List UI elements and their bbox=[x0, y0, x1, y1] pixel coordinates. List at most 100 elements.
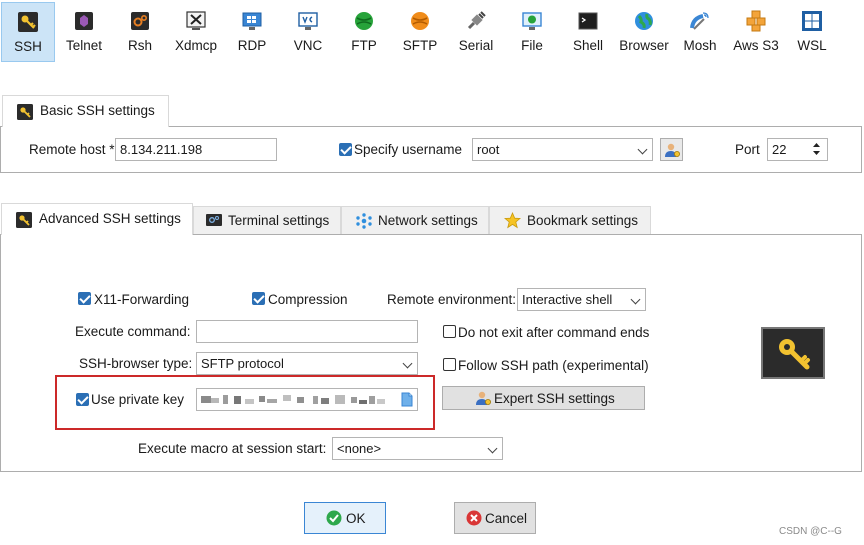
toolbar-button-telnet[interactable]: Telnet bbox=[57, 2, 111, 62]
private-key-path-input[interactable] bbox=[196, 388, 418, 411]
tab-terminal-settings[interactable]: Terminal settings bbox=[193, 206, 341, 234]
toolbar-label: SSH bbox=[14, 39, 42, 54]
tab-bookmark-settings[interactable]: Bookmark settings bbox=[489, 206, 651, 234]
use-private-key-label: Use private key bbox=[91, 392, 185, 407]
watermark-text: CSDN @C--G bbox=[779, 526, 842, 537]
session-type-toolbar: SSH Telnet Rsh Xdmcp RDP VNC FTP SFTP Se… bbox=[0, 0, 864, 64]
terminal-settings-icon bbox=[206, 213, 222, 230]
tab-network-settings[interactable]: Network settings bbox=[341, 206, 489, 234]
remote-environment-label: Remote environment: bbox=[387, 292, 517, 307]
x11-forwarding-label: X11-Forwarding bbox=[94, 292, 190, 307]
toolbar-label: Serial bbox=[458, 38, 494, 53]
follow-ssh-path-label: Follow SSH path (experimental) bbox=[458, 358, 649, 373]
tab-label: Advanced SSH settings bbox=[39, 211, 181, 226]
toolbar-button-ftp[interactable]: FTP bbox=[337, 2, 391, 62]
chevron-down-icon bbox=[487, 443, 498, 454]
toolbar-label: VNC bbox=[293, 38, 323, 53]
tab-advanced-ssh-settings[interactable]: Advanced SSH settings bbox=[1, 203, 193, 235]
cancel-x-icon bbox=[466, 510, 482, 529]
xdmcp-icon bbox=[185, 10, 207, 32]
user-gear-icon bbox=[664, 142, 680, 161]
browse-file-icon[interactable] bbox=[401, 392, 413, 410]
specify-username-label: Specify username bbox=[354, 142, 463, 157]
execute-command-label: Execute command: bbox=[75, 324, 191, 339]
expert-ssh-settings-button[interactable]: Expert SSH settings bbox=[442, 386, 645, 410]
tab-label: Bookmark settings bbox=[527, 213, 639, 228]
toolbar-label: Telnet bbox=[65, 38, 103, 53]
toolbar-button-shell[interactable]: Shell bbox=[561, 2, 615, 62]
toolbar-button-file[interactable]: File bbox=[505, 2, 559, 62]
ssh-key-large-icon bbox=[761, 327, 825, 379]
toolbar-label: RDP bbox=[237, 38, 267, 53]
toolbar-button-mosh[interactable]: Mosh bbox=[673, 2, 727, 62]
chevron-down-icon bbox=[630, 294, 641, 305]
ftp-icon bbox=[353, 10, 375, 32]
telnet-icon bbox=[73, 10, 95, 32]
remote-environment-value: Interactive shell bbox=[522, 292, 613, 307]
follow-ssh-path-checkbox[interactable] bbox=[443, 358, 456, 371]
toolbar-button-sftp[interactable]: SFTP bbox=[393, 2, 447, 62]
toolbar-button-ssh[interactable]: SSH bbox=[1, 2, 55, 62]
cancel-button[interactable]: Cancel bbox=[454, 502, 536, 534]
specify-username-checkbox[interactable] bbox=[339, 143, 352, 156]
do-not-exit-checkbox[interactable] bbox=[443, 325, 456, 338]
compression-checkbox[interactable] bbox=[252, 292, 265, 305]
advanced-ssh-key-icon bbox=[16, 212, 32, 231]
toolbar-label: Rsh bbox=[127, 38, 152, 53]
use-private-key-checkbox[interactable] bbox=[76, 393, 89, 406]
ssh-key-icon bbox=[17, 11, 39, 33]
toolbar-button-xdmcp[interactable]: Xdmcp bbox=[169, 2, 223, 62]
compression-label: Compression bbox=[268, 292, 348, 307]
toolbar-label: Xdmcp bbox=[174, 38, 218, 53]
port-spinbox[interactable]: 22 bbox=[767, 138, 828, 161]
toolbar-button-serial[interactable]: Serial bbox=[449, 2, 503, 62]
execute-macro-label: Execute macro at session start: bbox=[138, 441, 327, 456]
serial-plug-icon bbox=[465, 10, 487, 32]
ssh-browser-type-select[interactable]: SFTP protocol bbox=[196, 352, 418, 375]
network-nodes-icon bbox=[356, 213, 372, 232]
remote-environment-select[interactable]: Interactive shell bbox=[517, 288, 646, 311]
chevron-down-icon bbox=[402, 358, 413, 369]
rsh-icon bbox=[129, 10, 151, 32]
ssh-browser-type-label: SSH-browser type: bbox=[79, 356, 193, 371]
toolbar-button-aws-s3[interactable]: Aws S3 bbox=[729, 2, 783, 62]
browser-globe-icon bbox=[633, 10, 655, 32]
basic-ssh-key-icon bbox=[17, 104, 33, 123]
sftp-icon bbox=[409, 10, 431, 32]
mosh-satellite-icon bbox=[689, 10, 711, 32]
username-select[interactable]: root bbox=[472, 138, 653, 161]
rdp-icon bbox=[241, 10, 263, 32]
tab-basic-ssh-settings[interactable]: Basic SSH settings bbox=[2, 95, 169, 127]
user-manager-button[interactable] bbox=[660, 138, 683, 161]
redacted-path-mosaic bbox=[201, 395, 385, 404]
file-monitor-icon bbox=[521, 10, 543, 32]
toolbar-label: Shell bbox=[572, 38, 604, 53]
toolbar-button-wsl[interactable]: WSL bbox=[785, 2, 839, 62]
remote-host-input[interactable]: 8.134.211.198 bbox=[115, 138, 277, 161]
expert-ssh-settings-label: Expert SSH settings bbox=[494, 391, 615, 406]
toolbar-label: Mosh bbox=[683, 38, 717, 53]
toolbar-label: Browser bbox=[619, 38, 669, 53]
execute-macro-select[interactable]: <none> bbox=[332, 437, 503, 460]
toolbar-label: FTP bbox=[351, 38, 377, 53]
tab-basic-label: Basic SSH settings bbox=[40, 103, 155, 118]
toolbar-label: Aws S3 bbox=[733, 38, 779, 53]
port-label: Port bbox=[735, 142, 760, 157]
ok-label: OK bbox=[346, 511, 366, 526]
toolbar-button-rsh[interactable]: Rsh bbox=[113, 2, 167, 62]
x11-forwarding-checkbox[interactable] bbox=[78, 292, 91, 305]
execute-command-input[interactable] bbox=[196, 320, 418, 343]
toolbar-label: WSL bbox=[797, 38, 827, 53]
toolbar-button-rdp[interactable]: RDP bbox=[225, 2, 279, 62]
toolbar-button-browser[interactable]: Browser bbox=[617, 2, 671, 62]
ssh-browser-type-value: SFTP protocol bbox=[201, 356, 284, 371]
toolbar-label: SFTP bbox=[402, 38, 438, 53]
tab-label: Network settings bbox=[378, 213, 478, 228]
do-not-exit-label: Do not exit after command ends bbox=[458, 325, 650, 340]
port-value: 22 bbox=[772, 142, 787, 157]
toolbar-button-vnc[interactable]: VNC bbox=[281, 2, 335, 62]
check-circle-icon bbox=[326, 510, 342, 529]
spin-arrows-icon[interactable] bbox=[812, 141, 821, 160]
shell-terminal-icon bbox=[577, 10, 599, 32]
ok-button[interactable]: OK bbox=[304, 502, 386, 534]
